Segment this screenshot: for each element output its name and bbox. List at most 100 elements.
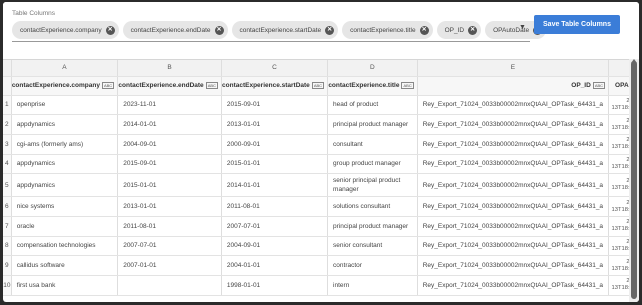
table-row[interactable]: 9 callidus software 2007-01-01 2004-01-01 co… <box>3 255 639 276</box>
company-cell[interactable]: openprise <box>11 95 119 116</box>
title-cell[interactable]: senior principal product manager <box>327 173 418 198</box>
start-date-cell[interactable]: 2013-01-01 <box>221 114 329 135</box>
company-cell[interactable]: callidus software <box>11 255 119 276</box>
end-date-cell[interactable]: 2011-08-01 <box>117 216 222 237</box>
start-date-cell[interactable]: 2011-08-01 <box>221 196 329 217</box>
table-columns-label: Table Columns <box>12 10 55 17</box>
company-cell[interactable]: appdynamics <box>11 114 119 135</box>
column-letter[interactable]: A <box>11 60 119 77</box>
close-circle-icon[interactable]: ✕ <box>105 25 115 35</box>
company-cell[interactable]: first usa bank <box>11 275 119 296</box>
end-date-cell[interactable]: 2014-01-01 <box>117 114 222 135</box>
end-date-cell[interactable] <box>117 275 222 296</box>
company-cell[interactable]: nice systems <box>11 196 119 217</box>
column-letter[interactable]: C <box>221 60 329 77</box>
close-circle-icon[interactable]: ✕ <box>325 25 335 35</box>
row-number: 3 <box>3 134 12 155</box>
column-chip[interactable]: contactExperience.company ✕ <box>12 21 119 39</box>
op-id-cell[interactable]: Rey_Export_71024_0033b00002mnxQtAAI_OPTa… <box>417 114 610 135</box>
company-cell[interactable]: oracle <box>11 216 119 237</box>
table-row[interactable]: 5 appdynamics 2015-01-01 2014-01-01 senior p… <box>3 173 639 198</box>
column-letter[interactable]: E <box>417 60 610 77</box>
op-id-cell[interactable]: Rey_Export_71024_0033b00002mnxQtAAI_OPTa… <box>417 236 610 257</box>
title-cell[interactable]: consultant <box>327 134 418 155</box>
end-date-cell[interactable]: 2015-01-01 <box>117 173 222 198</box>
title-cell[interactable]: intern <box>327 275 418 296</box>
start-date-cell[interactable]: 2015-09-01 <box>221 95 329 116</box>
op-id-cell[interactable]: Rey_Export_71024_0033b00002mnxQtAAI_OPTa… <box>417 275 610 296</box>
column-chip[interactable]: contactExperience.startDate ✕ <box>231 21 339 39</box>
title-cell[interactable]: head of product <box>327 95 418 116</box>
title-cell[interactable]: contractor <box>327 255 418 276</box>
start-date-cell[interactable]: 2014-01-01 <box>221 173 329 198</box>
end-date-cell[interactable]: 2007-07-01 <box>117 236 222 257</box>
end-date-cell[interactable]: 2007-01-01 <box>117 255 222 276</box>
start-date-cell[interactable]: 2004-01-01 <box>221 255 329 276</box>
close-circle-icon[interactable]: ✕ <box>468 25 478 35</box>
scrollbar-thumb[interactable] <box>631 61 637 299</box>
op-id-cell[interactable]: Rey_Export_71024_0033b00002mnxQtAAI_OPTa… <box>417 255 610 276</box>
data-table: ABCDEF contactExperience.companyABCconta… <box>3 60 639 296</box>
corner-cell <box>3 76 12 96</box>
company-cell[interactable]: cgi-ams (formerly ams) <box>11 134 119 155</box>
column-header-label: OP_ID <box>571 82 591 90</box>
table-row[interactable]: 6 nice systems 2013-01-01 2011-08-01 solutio… <box>3 196 639 217</box>
company-cell[interactable]: appdynamics <box>11 154 119 175</box>
company-cell[interactable]: appdynamics <box>11 173 119 198</box>
app-frame: Table Columns contactExperience.company ✕… <box>3 2 639 302</box>
column-header[interactable]: contactExperience.title ABC <box>327 76 418 96</box>
table-row[interactable]: 1 openprise 2023-11-01 2015-09-01 head of pr… <box>3 95 639 116</box>
vertical-scrollbar[interactable] <box>629 59 639 302</box>
table-row[interactable]: 4 appdynamics 2015-09-01 2015-01-01 group pr… <box>3 154 639 175</box>
title-cell[interactable]: group product manager <box>327 154 418 175</box>
close-circle-icon[interactable]: ✕ <box>214 25 224 35</box>
type-badge: ABC <box>101 81 115 89</box>
start-date-cell[interactable]: 2004-09-01 <box>221 236 329 257</box>
title-cell[interactable]: solutions consultant <box>327 196 418 217</box>
end-date-cell[interactable]: 2013-01-01 <box>117 196 222 217</box>
title-cell[interactable]: senior consultant <box>327 236 418 257</box>
op-id-cell[interactable]: Rey_Export_71024_0033b00002mnxQtAAI_OPTa… <box>417 154 610 175</box>
start-date-cell[interactable]: 2007-07-01 <box>221 216 329 237</box>
column-letter-row: ABCDEF <box>3 60 639 77</box>
column-letter[interactable]: D <box>327 60 418 77</box>
caret-down-icon[interactable]: ▼ <box>519 24 526 31</box>
column-chip-label: OP_ID <box>444 26 465 34</box>
column-chip[interactable]: contactExperience.endDate ✕ <box>122 21 228 39</box>
table-row[interactable]: 10 first usa bank 1998-01-01 intern Rey_Expo… <box>3 275 639 296</box>
save-table-columns-button[interactable]: Save Table Columns <box>534 15 620 34</box>
op-id-cell[interactable]: Rey_Export_71024_0033b00002mnxQtAAI_OPTa… <box>417 216 610 237</box>
table-row[interactable]: 7 oracle 2011-08-01 2007-07-01 principal pro… <box>3 216 639 237</box>
end-date-cell[interactable]: 2004-09-01 <box>117 134 222 155</box>
column-chip[interactable]: contactExperience.title ✕ <box>342 21 433 39</box>
type-badge: ABC <box>592 81 606 89</box>
column-header[interactable]: contactExperience.startDate ABC <box>221 76 329 96</box>
op-id-cell[interactable]: Rey_Export_71024_0033b00002mnxQtAAI_OPTa… <box>417 196 610 217</box>
company-cell[interactable]: compensation technologies <box>11 236 119 257</box>
op-id-cell[interactable]: Rey_Export_71024_0033b00002mnxQtAAI_OPTa… <box>417 134 610 155</box>
op-id-cell[interactable]: Rey_Export_71024_0033b00002mnxQtAAI_OPTa… <box>417 95 610 116</box>
start-date-cell[interactable]: 2000-09-01 <box>221 134 329 155</box>
table-row[interactable]: 3 cgi-ams (formerly ams) 2004-09-01 2000-09… <box>3 134 639 155</box>
end-date-cell[interactable]: 2015-09-01 <box>117 154 222 175</box>
column-chip[interactable]: OP_ID ✕ <box>436 21 482 39</box>
title-cell[interactable]: principal product manager <box>327 114 418 135</box>
column-picker-panel: Table Columns contactExperience.company ✕… <box>3 2 639 54</box>
op-id-cell[interactable]: Rey_Export_71024_0033b00002mnxQtAAI_OPTa… <box>417 173 610 198</box>
close-circle-icon[interactable]: ✕ <box>419 25 429 35</box>
start-date-cell[interactable]: 1998-01-01 <box>221 275 329 296</box>
end-date-cell[interactable]: 2023-11-01 <box>117 95 222 116</box>
row-number: 9 <box>3 255 12 276</box>
column-header[interactable]: OP_ID ABC <box>417 76 610 96</box>
column-letter[interactable]: B <box>117 60 222 77</box>
column-header[interactable]: contactExperience.endDate ABC <box>117 76 222 96</box>
type-badge: ABC <box>311 81 325 89</box>
table-row[interactable]: 2 appdynamics 2014-01-01 2013-01-01 principa… <box>3 114 639 135</box>
column-header[interactable]: contactExperience.company ABC <box>11 76 119 96</box>
table-body: 1 openprise 2023-11-01 2015-09-01 head of pr… <box>3 95 639 296</box>
row-number: 10 <box>3 275 12 296</box>
start-date-cell[interactable]: 2015-01-01 <box>221 154 329 175</box>
column-chip-list[interactable]: contactExperience.company ✕ contactExperie… <box>12 21 547 39</box>
title-cell[interactable]: principal product manager <box>327 216 418 237</box>
table-row[interactable]: 8 compensation technologies 2007-07-01 2004… <box>3 236 639 257</box>
